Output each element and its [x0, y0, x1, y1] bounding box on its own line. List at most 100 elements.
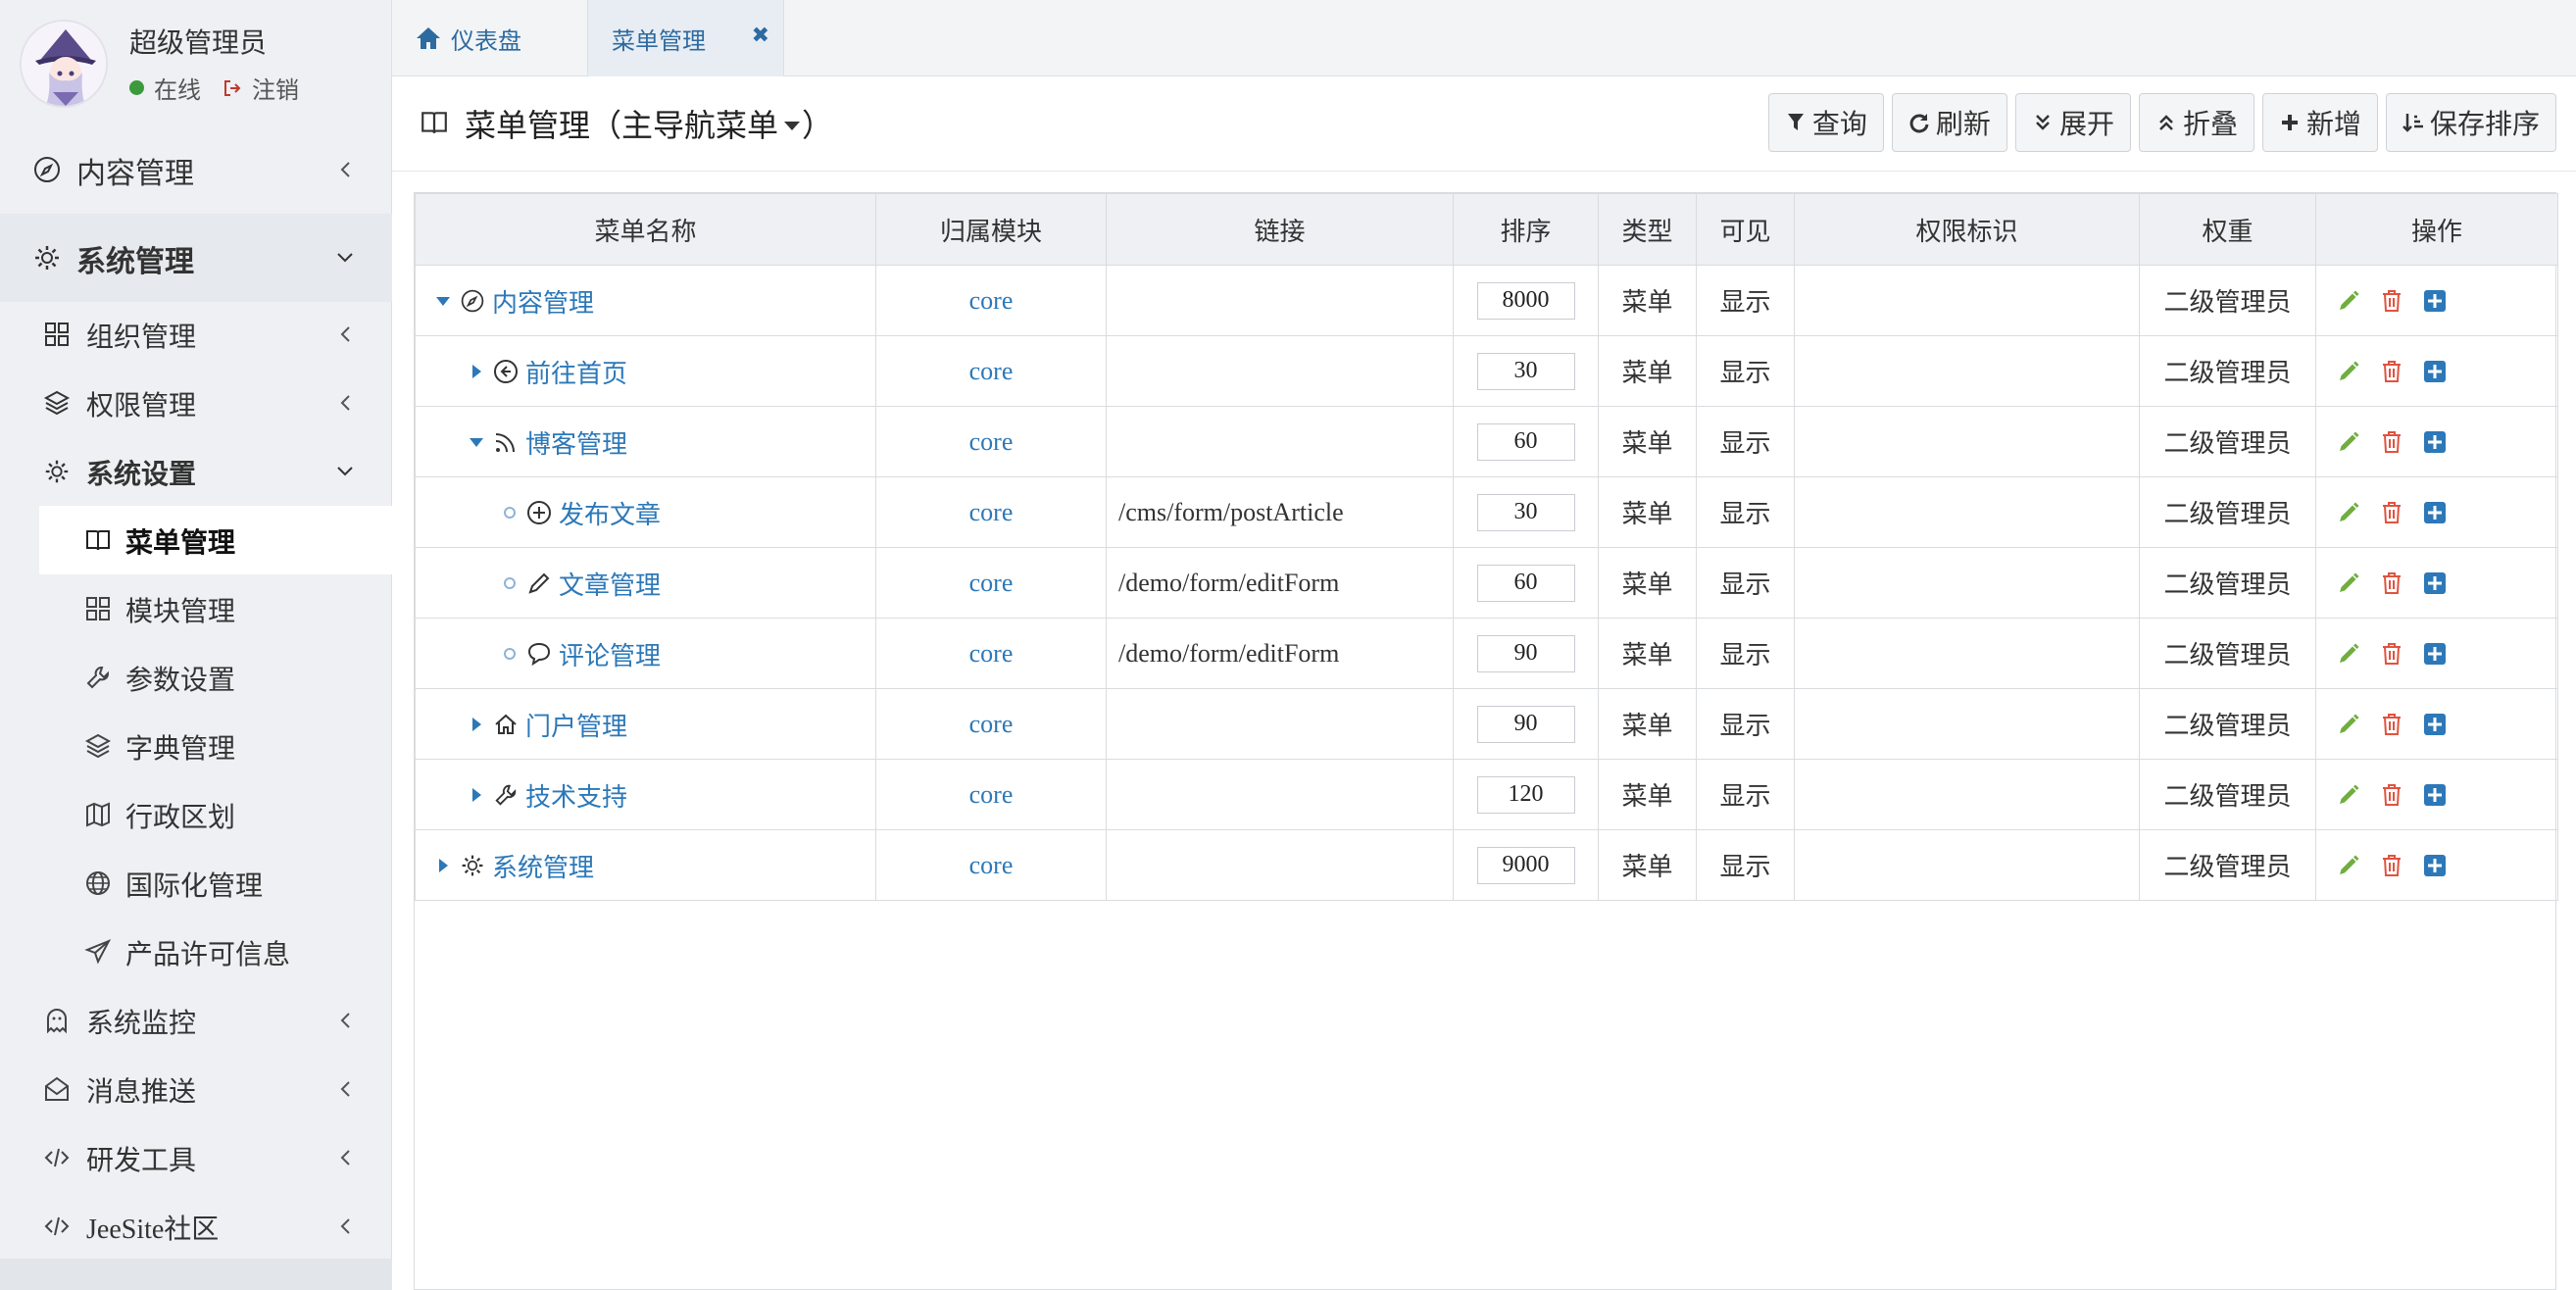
- add-child-icon[interactable]: [2422, 641, 2448, 667]
- delete-icon[interactable]: [2379, 571, 2404, 596]
- menu-name-link[interactable]: 文章管理: [559, 566, 661, 602]
- add-child-icon[interactable]: [2422, 429, 2448, 455]
- sidebar-item-push[interactable]: 消息推送: [0, 1055, 392, 1123]
- menu-name-link[interactable]: 门户管理: [525, 707, 627, 743]
- module-link[interactable]: core: [969, 286, 1014, 315]
- delete-icon[interactable]: [2379, 712, 2404, 737]
- sort-input[interactable]: [1476, 564, 1575, 602]
- tree-collapse-icon[interactable]: [435, 293, 451, 309]
- delete-icon[interactable]: [2379, 429, 2404, 455]
- add-child-icon[interactable]: [2422, 571, 2448, 596]
- edit-icon[interactable]: [2336, 429, 2361, 455]
- sidebar-item-devtools[interactable]: 研发工具: [0, 1123, 392, 1192]
- tree-collapse-icon[interactable]: [469, 434, 484, 450]
- logout-link[interactable]: 注销: [252, 71, 299, 105]
- module-link[interactable]: core: [969, 710, 1014, 738]
- edit-icon[interactable]: [2336, 500, 2361, 525]
- table-row[interactable]: 前往首页 core 菜单显示 二级管理员: [415, 335, 2558, 407]
- sidebar-item-sys-settings[interactable]: 系统设置: [0, 437, 392, 506]
- column-header[interactable]: 类型: [1598, 193, 1697, 266]
- menu-name-link[interactable]: 博客管理: [525, 424, 627, 461]
- module-link[interactable]: core: [969, 427, 1014, 456]
- add-button[interactable]: 新增: [2261, 93, 2378, 152]
- table-row[interactable]: 技术支持 core 菜单显示 二级管理员: [415, 759, 2558, 830]
- menu-name-link[interactable]: 系统管理: [492, 848, 594, 884]
- delete-icon[interactable]: [2379, 641, 2404, 667]
- module-link[interactable]: core: [969, 851, 1014, 879]
- sort-input[interactable]: [1476, 352, 1575, 390]
- tree-expand-icon[interactable]: [469, 787, 484, 803]
- sidebar-item-license[interactable]: 产品许可信息: [0, 918, 392, 986]
- add-child-icon[interactable]: [2422, 500, 2448, 525]
- menu-name-link[interactable]: 技术支持: [525, 777, 627, 814]
- delete-icon[interactable]: [2379, 853, 2404, 878]
- table-row[interactable]: 内容管理 core 菜单显示 二级管理员: [415, 265, 2558, 336]
- menu-name-link[interactable]: 发布文章: [559, 495, 661, 531]
- menu-type-dropdown-caret-icon[interactable]: [784, 121, 801, 130]
- edit-icon[interactable]: [2336, 853, 2361, 878]
- edit-icon[interactable]: [2336, 641, 2361, 667]
- table-row[interactable]: 门户管理 core 菜单显示 二级管理员: [415, 688, 2558, 760]
- logout-icon[interactable]: [223, 78, 242, 98]
- sidebar-item-monitor[interactable]: 系统监控: [0, 986, 392, 1055]
- module-link[interactable]: core: [969, 780, 1014, 809]
- sort-input[interactable]: [1476, 846, 1575, 884]
- edit-icon[interactable]: [2336, 712, 2361, 737]
- collapse-button[interactable]: 折叠: [2138, 93, 2254, 152]
- add-child-icon[interactable]: [2422, 288, 2448, 314]
- sidebar-item-content-mgmt[interactable]: 内容管理: [0, 125, 392, 214]
- table-row[interactable]: 博客管理 core 菜单显示 二级管理员: [415, 406, 2558, 477]
- add-child-icon[interactable]: [2422, 712, 2448, 737]
- edit-icon[interactable]: [2336, 571, 2361, 596]
- tree-expand-icon[interactable]: [469, 717, 484, 732]
- table-row[interactable]: 评论管理 core/demo/form/editForm 菜单显示 二级管理员: [415, 618, 2558, 689]
- column-header[interactable]: 权限标识: [1794, 193, 2140, 266]
- delete-icon[interactable]: [2379, 500, 2404, 525]
- sort-input[interactable]: [1476, 281, 1575, 320]
- menu-name-link[interactable]: 前往首页: [525, 354, 627, 390]
- sidebar-item-region[interactable]: 行政区划: [0, 780, 392, 849]
- column-header[interactable]: 菜单名称: [415, 193, 876, 266]
- table-row[interactable]: 发布文章 core/cms/form/postArticle 菜单显示 二级管理员: [415, 476, 2558, 548]
- module-link[interactable]: core: [969, 639, 1014, 668]
- expand-button[interactable]: 展开: [2014, 93, 2131, 152]
- delete-icon[interactable]: [2379, 359, 2404, 384]
- sidebar-item-i18n[interactable]: 国际化管理: [0, 849, 392, 918]
- sidebar-item-community[interactable]: JeeSite社区: [0, 1192, 392, 1261]
- close-tab-icon[interactable]: ✖: [752, 24, 769, 48]
- sort-input[interactable]: [1476, 422, 1575, 461]
- sort-input[interactable]: [1476, 634, 1575, 672]
- delete-icon[interactable]: [2379, 288, 2404, 314]
- save-sort-button[interactable]: 保存排序: [2385, 93, 2556, 152]
- column-header[interactable]: 排序: [1453, 193, 1599, 266]
- module-link[interactable]: core: [969, 357, 1014, 385]
- delete-icon[interactable]: [2379, 782, 2404, 808]
- menu-name-link[interactable]: 内容管理: [492, 283, 594, 320]
- table-row[interactable]: 系统管理 core 菜单显示 二级管理员: [415, 829, 2558, 901]
- sort-input[interactable]: [1476, 493, 1575, 531]
- column-header[interactable]: 可见: [1696, 193, 1795, 266]
- module-link[interactable]: core: [969, 498, 1014, 526]
- sidebar-item-perm-mgmt[interactable]: 权限管理: [0, 369, 392, 437]
- column-header[interactable]: 权重: [2139, 193, 2316, 266]
- sidebar-item-org-mgmt[interactable]: 组织管理: [0, 300, 392, 369]
- sidebar-item-dict-mgmt[interactable]: 字典管理: [0, 712, 392, 780]
- add-child-icon[interactable]: [2422, 853, 2448, 878]
- sort-input[interactable]: [1476, 775, 1575, 814]
- sidebar-item-module-mgmt[interactable]: 模块管理: [0, 574, 392, 643]
- add-child-icon[interactable]: [2422, 782, 2448, 808]
- sidebar-item-system-mgmt[interactable]: 系统管理: [0, 214, 392, 302]
- sidebar-item-param-settings[interactable]: 参数设置: [0, 643, 392, 712]
- table-row[interactable]: 文章管理 core/demo/form/editForm 菜单显示 二级管理员: [415, 547, 2558, 619]
- add-child-icon[interactable]: [2422, 359, 2448, 384]
- tab-menu-mgmt[interactable]: 菜单管理 ✖: [588, 0, 784, 76]
- menu-name-link[interactable]: 评论管理: [559, 636, 661, 672]
- sidebar-item-menu-mgmt[interactable]: 菜单管理: [39, 506, 392, 574]
- refresh-button[interactable]: 刷新: [1891, 93, 2007, 152]
- column-header[interactable]: 操作: [2315, 193, 2558, 266]
- sort-input[interactable]: [1476, 705, 1575, 743]
- edit-icon[interactable]: [2336, 359, 2361, 384]
- module-link[interactable]: core: [969, 569, 1014, 597]
- tree-expand-icon[interactable]: [435, 858, 451, 873]
- edit-icon[interactable]: [2336, 782, 2361, 808]
